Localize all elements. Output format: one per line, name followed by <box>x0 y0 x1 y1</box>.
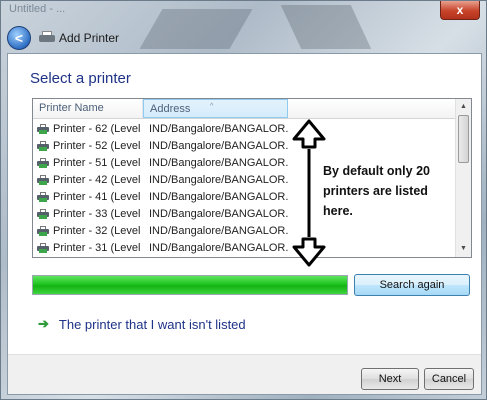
printer-name-cell: Printer - 31 (Level ... <box>33 242 143 254</box>
green-arrow-icon: ➔ <box>38 316 49 331</box>
printer-icon <box>37 123 49 134</box>
printer-name-cell: Printer - 62 (Level ... <box>33 123 143 135</box>
search-again-button[interactable]: Search again <box>354 274 470 296</box>
column-header-address-label: Address <box>150 103 191 115</box>
printer-name: Printer - 41 (Level ... <box>53 190 143 203</box>
double-arrow-icon <box>292 119 326 267</box>
background-blur <box>280 5 372 49</box>
list-header: Printer Name ^ Address <box>33 99 457 119</box>
printer-icon <box>37 242 49 253</box>
printer-icon <box>37 157 49 168</box>
printer-address: IND/Bangalore/BANGALOR... <box>149 139 288 152</box>
page-title: Select a printer <box>30 70 131 87</box>
table-row[interactable]: Printer - 52 (Level ... IND/Bangalore/BAN… <box>33 137 457 154</box>
column-header-printer-name[interactable]: Printer Name <box>33 99 143 118</box>
printer-icon <box>37 140 49 151</box>
table-row[interactable]: Printer - 31 (Level ... IND/Bangalore/BAN… <box>33 239 457 256</box>
printer-address: IND/Bangalore/BANGALOR... <box>149 190 288 203</box>
printer-name-cell: Printer - 51 (Level ... <box>33 157 143 169</box>
printer-name: Printer - 33 (Level ... <box>53 207 143 220</box>
next-button[interactable]: Next <box>361 368 419 390</box>
printer-icon <box>37 208 49 219</box>
printer-not-listed-link[interactable]: ➔ The printer that I want isn't listed <box>38 316 246 332</box>
printer-name: Printer - 51 (Level ... <box>53 156 143 169</box>
printer-address: IND/Bangalore/BANGALOR... <box>149 122 288 135</box>
printer-name: Printer - 62 (Level ... <box>53 122 143 135</box>
cancel-button[interactable]: Cancel <box>424 368 474 390</box>
printer-name: Printer - 52 (Level ... <box>53 139 143 152</box>
printer-name-cell: Printer - 33 (Level ... <box>33 208 143 220</box>
printer-name-cell: Printer - 32 (Level ... <box>33 225 143 237</box>
printer-address: IND/Bangalore/BANGALOR... <box>149 173 288 186</box>
close-button[interactable]: x <box>440 1 480 20</box>
printer-name: Printer - 32 (Level ... <box>53 224 143 237</box>
printer-address: IND/Bangalore/BANGALOR... <box>149 224 288 237</box>
search-progress-bar <box>32 275 348 295</box>
scroll-down-icon[interactable]: ▼ <box>456 241 471 257</box>
back-arrow-icon[interactable]: < <box>7 26 31 50</box>
printer-icon <box>37 225 49 236</box>
printer-icon <box>37 191 49 202</box>
window-title: Add Printer <box>59 31 120 45</box>
printer-address: IND/Bangalore/BANGALOR... <box>149 241 288 254</box>
table-row[interactable]: Printer - 22 (Level ...IND/Bangalore/BAN… <box>33 256 457 257</box>
table-row[interactable]: Printer - 62 (Level ... IND/Bangalore/BAN… <box>33 120 457 137</box>
printer-address: IND/Bangalore/BANGALOR... <box>149 207 288 220</box>
vertical-scrollbar[interactable]: ▲ ▼ <box>455 99 471 257</box>
background-blur <box>139 9 253 49</box>
printer-icon <box>37 174 49 185</box>
wizard-content: Select a printer Printer Name ^ Address … <box>7 53 482 395</box>
progress-fill <box>33 276 347 294</box>
printer-address: IND/Bangalore/BANGALOR... <box>149 156 288 169</box>
printer-name: Printer - 31 (Level ... <box>53 241 143 254</box>
background-window-title: Untitled - ... <box>9 3 66 15</box>
table-row[interactable]: Printer - 32 (Level ... IND/Bangalore/BAN… <box>33 222 457 239</box>
title-bar: < Add Printer <box>7 25 119 51</box>
scroll-thumb[interactable] <box>458 115 469 163</box>
printer-not-listed-label: The printer that I want isn't listed <box>58 316 246 332</box>
printer-name-cell: Printer - 52 (Level ... <box>33 140 143 152</box>
annotation-note: By default only 20 printers are listed h… <box>323 164 430 218</box>
printer-name: Printer - 42 (Level ... <box>53 173 143 186</box>
scroll-up-icon[interactable]: ▲ <box>456 99 471 115</box>
printer-name-cell: Printer - 41 (Level ... <box>33 191 143 203</box>
column-header-address[interactable]: ^ Address <box>143 99 288 118</box>
printer-icon <box>39 31 55 45</box>
window-chrome: Untitled - ... x < Add Printer Select a … <box>0 0 487 400</box>
printer-name-cell: Printer - 42 (Level ... <box>33 174 143 186</box>
sort-arrow-icon: ^ <box>210 103 214 110</box>
